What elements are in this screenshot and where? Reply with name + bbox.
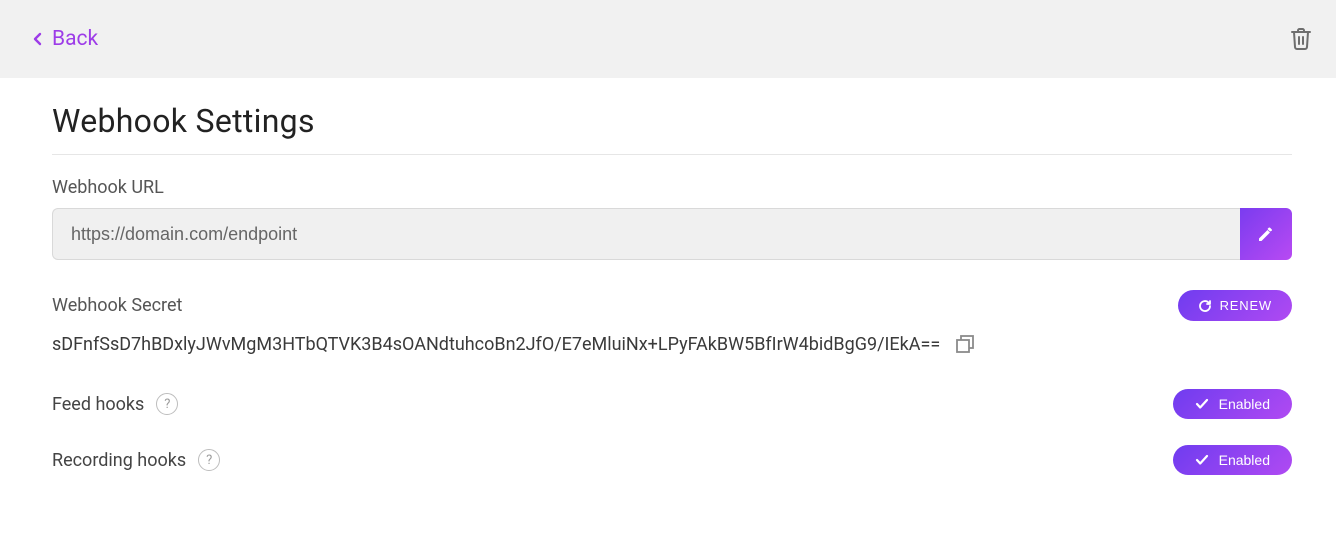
back-label: Back: [52, 27, 98, 51]
edit-url-button[interactable]: [1240, 208, 1292, 260]
renew-label: Renew: [1220, 298, 1272, 313]
question-icon: ?: [164, 397, 170, 412]
webhook-secret-row: sDFnfSsD7hBDxlyJWvMgM3HTbQTVK3B4sOANdtuh…: [52, 333, 1292, 355]
recording-hooks-status: Enabled: [1219, 452, 1270, 468]
feed-hooks-status: Enabled: [1219, 396, 1270, 412]
question-icon: ?: [206, 453, 212, 468]
top-bar: Back: [0, 0, 1336, 78]
copy-secret-button[interactable]: [954, 333, 976, 355]
recording-hooks-label: Recording hooks: [52, 450, 186, 471]
webhook-secret-header: Webhook Secret Renew: [52, 290, 1292, 321]
main-content: Webhook Settings Webhook URL Webhook Sec…: [0, 78, 1336, 541]
trash-icon: [1290, 27, 1312, 51]
recording-hooks-row: Recording hooks ? Enabled: [52, 445, 1292, 475]
delete-button[interactable]: [1290, 27, 1312, 51]
recording-hooks-label-wrap: Recording hooks ?: [52, 449, 220, 471]
check-icon: [1195, 454, 1209, 466]
feed-hooks-help[interactable]: ?: [156, 393, 178, 415]
feed-hooks-toggle[interactable]: Enabled: [1173, 389, 1292, 419]
chevron-left-icon: [32, 32, 42, 46]
recording-hooks-toggle[interactable]: Enabled: [1173, 445, 1292, 475]
webhook-url-label: Webhook URL: [52, 177, 1292, 198]
feed-hooks-label-wrap: Feed hooks ?: [52, 393, 178, 415]
recording-hooks-help[interactable]: ?: [198, 449, 220, 471]
webhook-secret-value: sDFnfSsD7hBDxlyJWvMgM3HTbQTVK3B4sOANdtuh…: [52, 334, 940, 355]
webhook-secret-label: Webhook Secret: [52, 295, 182, 316]
back-button[interactable]: Back: [32, 27, 98, 51]
webhook-url-row: [52, 208, 1292, 260]
feed-hooks-label: Feed hooks: [52, 394, 144, 415]
renew-secret-button[interactable]: Renew: [1178, 290, 1292, 321]
page-title: Webhook Settings: [52, 102, 1292, 155]
pencil-icon: [1256, 224, 1276, 244]
copy-icon: [954, 333, 976, 355]
check-icon: [1195, 398, 1209, 410]
refresh-icon: [1198, 299, 1212, 313]
feed-hooks-row: Feed hooks ? Enabled: [52, 389, 1292, 419]
webhook-url-input[interactable]: [52, 208, 1240, 260]
